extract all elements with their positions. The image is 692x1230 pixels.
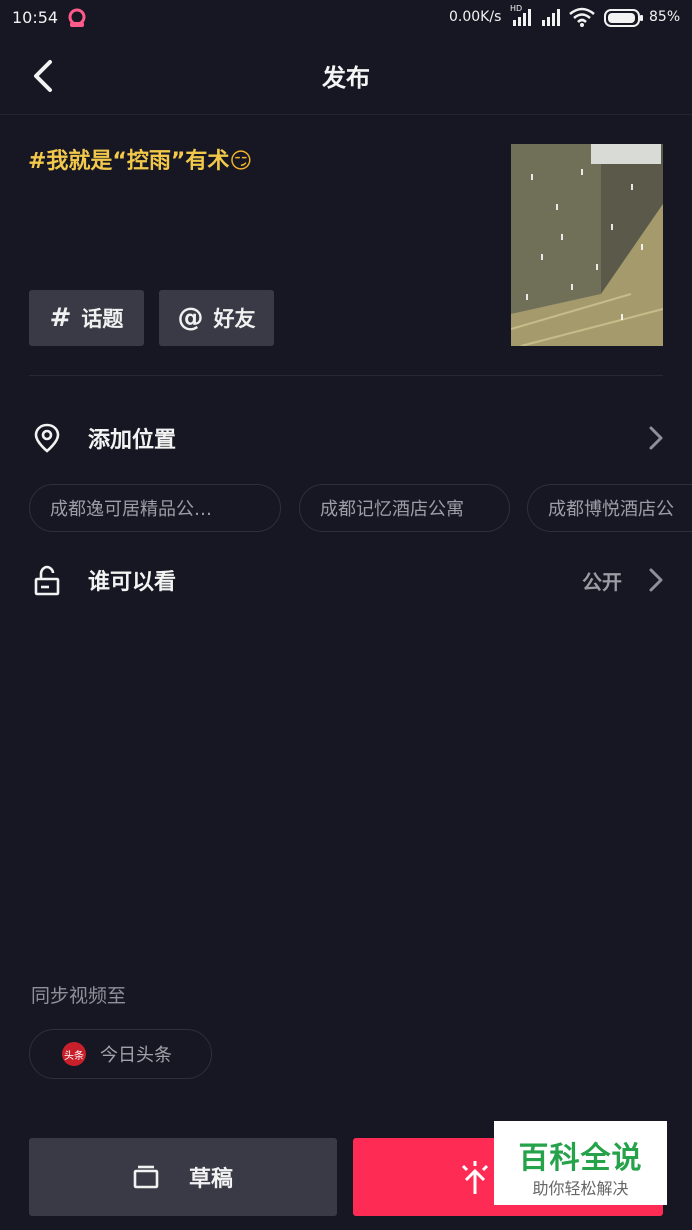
network-speed: 0.00K/s [449, 9, 502, 25]
page-title: 发布 [322, 64, 370, 92]
toutiao-sync-toggle[interactable]: 头条 今日头条 [29, 1029, 212, 1079]
privacy-row[interactable]: 谁可以看 公开 [0, 550, 692, 610]
status-time: 10:54 [12, 8, 59, 27]
mention-label: 好友 [213, 307, 256, 331]
privacy-label: 谁可以看 [88, 570, 177, 595]
at-icon: @ [177, 303, 204, 333]
privacy-value: 公开 [582, 570, 622, 594]
watermark-title: 百科全说 [518, 1141, 643, 1176]
battery-percent: 85% [649, 9, 681, 25]
watermark: 百科全说 助你轻松解决 [494, 1121, 667, 1205]
draft-label: 草稿 [188, 1167, 233, 1192]
status-bar: 10:54 0.00K/s HD 85% [0, 0, 692, 36]
toutiao-label: 今日头条 [100, 1045, 172, 1066]
smirk-emoji: 😏 [229, 149, 253, 174]
thumbnail-image [511, 144, 663, 346]
hashtag-label: 话题 [81, 307, 124, 331]
sync-label: 同步视频至 [31, 985, 127, 1007]
chevron-right-icon [649, 426, 663, 450]
location-suggestion[interactable]: 成都博悦酒店公 [527, 484, 692, 532]
caption-body: #我就是“控雨”有术 [28, 149, 230, 174]
mention-button[interactable]: @ 好友 [159, 290, 274, 346]
caption-text[interactable]: #我就是“控雨”有术😏 [28, 143, 252, 175]
unlock-icon [34, 565, 60, 596]
draft-button[interactable]: 草稿 [29, 1138, 337, 1216]
publish-icon [461, 1161, 489, 1194]
wifi-icon [569, 7, 595, 27]
draft-icon [133, 1165, 159, 1189]
chevron-right-icon [649, 568, 663, 592]
location-suggestion[interactable]: 成都记忆酒店公寓 [299, 484, 510, 532]
signal-icon [542, 9, 560, 26]
watermark-subtitle: 助你轻松解决 [532, 1179, 629, 1198]
add-location-row[interactable]: 添加位置 [0, 408, 692, 468]
location-pin-icon [34, 423, 60, 453]
hashtag-button[interactable]: # 话题 [29, 290, 144, 346]
signal-icon [513, 9, 531, 26]
toutiao-logo: 头条 [62, 1042, 86, 1066]
video-thumbnail[interactable] [511, 144, 663, 346]
add-location-label: 添加位置 [88, 428, 177, 453]
location-suggestion[interactable]: 成都逸可居精品公… [29, 484, 281, 532]
app-notification-icon [68, 8, 86, 27]
top-nav: 发布 [0, 38, 692, 115]
divider [29, 375, 663, 376]
battery-icon [604, 9, 643, 27]
hashtag-icon: # [49, 303, 72, 333]
